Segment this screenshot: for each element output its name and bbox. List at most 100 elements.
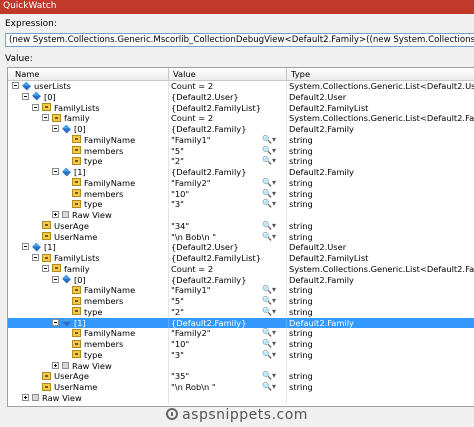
collapse-icon[interactable] <box>22 92 29 100</box>
column-divider <box>286 188 287 200</box>
grid-row[interactable]: family Count = 2 System.Collections.Generi… <box>8 263 474 275</box>
text-visualizer-icon[interactable]: 🔍▾ <box>262 232 276 243</box>
row-type: Default2.Family <box>289 167 354 177</box>
text-visualizer-icon[interactable]: 🔍▾ <box>262 221 276 232</box>
grid-row[interactable]: type "2" 🔍▾ string <box>8 306 474 318</box>
grid-row[interactable]: type "3" 🔍▾ string <box>8 199 474 210</box>
grid-row[interactable]: Raw View <box>8 392 474 404</box>
grid-row[interactable]: members "5" 🔍▾ string <box>8 296 474 307</box>
grid-row[interactable]: [0] {Default2.User} Default2.User <box>8 91 474 103</box>
grid-row[interactable]: members "10" 🔍▾ string <box>8 339 474 350</box>
row-name-cell: Raw View <box>22 393 82 404</box>
column-header-value[interactable]: Value <box>173 69 196 79</box>
column-header-type[interactable]: Type <box>291 69 310 79</box>
grid-row[interactable]: UserAge "35" 🔍▾ string <box>8 371 474 382</box>
text-visualizer-icon[interactable]: 🔍▾ <box>262 307 276 318</box>
grid-row[interactable]: [1] {Default2.User} Default2.User <box>8 242 474 253</box>
grid-row[interactable]: FamilyName "Family1" 🔍▾ string <box>8 285 474 296</box>
grid-row[interactable]: [0] {Default2.Family} Default2.Family <box>8 274 474 286</box>
grid-header: Name Value Type <box>8 68 474 81</box>
column-header-name[interactable]: Name <box>15 69 39 79</box>
grid-row[interactable]: members "10" 🔍▾ string <box>8 188 474 200</box>
text-visualizer-icon[interactable]: 🔍▾ <box>262 156 276 167</box>
row-name: type <box>84 306 103 317</box>
row-name: family <box>64 113 90 124</box>
collapse-icon[interactable] <box>32 103 39 111</box>
grid-row[interactable]: Raw View <box>8 210 474 221</box>
row-value[interactable]: {Default2.Family} <box>171 167 284 178</box>
grid-row[interactable]: UserAge "34" 🔍▾ string <box>8 220 474 232</box>
text-visualizer-icon[interactable]: 🔍▾ <box>262 382 276 393</box>
grid-row[interactable]: UserName "\n Rob\n " 🔍▾ string <box>8 382 474 393</box>
row-name: UserAge <box>54 220 89 231</box>
expand-icon[interactable] <box>52 361 59 369</box>
grid-row[interactable]: FamilyName "Family2" 🔍▾ string <box>8 177 474 189</box>
grid-row[interactable]: FamilyLists {Default2.FamilyList} Default2… <box>8 102 474 114</box>
grid-row[interactable]: FamilyName "Family1" 🔍▾ string <box>8 134 474 146</box>
grid-row[interactable]: family Count = 2 System.Collections.Generi… <box>8 113 474 124</box>
grid-row[interactable]: [0] {Default2.Family} Default2.Family <box>8 123 474 135</box>
text-visualizer-icon[interactable]: 🔍▾ <box>262 371 276 382</box>
grid-row[interactable]: type "2" 🔍▾ string <box>8 156 474 167</box>
text-visualizer-icon[interactable]: 🔍▾ <box>262 146 276 157</box>
grid-row[interactable]: Raw View <box>8 360 474 372</box>
text-visualizer-icon[interactable]: 🔍▾ <box>262 178 276 189</box>
column-divider[interactable] <box>286 68 287 80</box>
row-value[interactable]: {Default2.Family} <box>171 124 284 135</box>
row-name-cell: UserName <box>32 232 97 243</box>
text-visualizer-icon[interactable]: 🔍▾ <box>262 285 276 296</box>
text-visualizer-icon[interactable]: 🔍▾ <box>262 296 276 307</box>
row-value[interactable]: {Default2.FamilyList} <box>171 253 284 264</box>
toggle-spacer <box>62 200 69 207</box>
text-visualizer-icon[interactable]: 🔍▾ <box>262 350 276 361</box>
collapse-icon[interactable] <box>42 114 49 122</box>
grid-row[interactable]: members "5" 🔍▾ string <box>8 145 474 157</box>
column-divider <box>286 317 287 329</box>
row-name: members <box>84 296 124 306</box>
text-visualizer-icon[interactable]: 🔍▾ <box>262 199 276 210</box>
row-value[interactable]: {Default2.User} <box>171 92 284 103</box>
row-value[interactable]: Count = 2 <box>171 81 284 92</box>
collapse-icon[interactable] <box>52 125 59 132</box>
grid-row[interactable]: [1] {Default2.Family} Default2.Family <box>8 317 474 329</box>
collapse-icon[interactable] <box>42 264 49 272</box>
collapse-icon[interactable] <box>52 318 59 326</box>
column-divider <box>168 145 169 157</box>
watch-grid[interactable]: Name Value Type userLists Count = 2 System… <box>7 67 474 407</box>
column-divider <box>286 285 287 296</box>
collapse-icon[interactable] <box>52 168 59 175</box>
row-value[interactable]: Count = 2 <box>171 264 284 275</box>
row-name-cell: members <box>62 189 123 200</box>
row-value[interactable]: {Default2.FamilyList} <box>171 103 284 114</box>
collapse-icon[interactable] <box>22 243 29 251</box>
grid-row[interactable]: [1] {Default2.Family} Default2.Family <box>8 166 474 178</box>
grid-row[interactable]: type "3" 🔍▾ string <box>8 349 474 361</box>
property-icon <box>42 371 51 380</box>
text-visualizer-icon[interactable]: 🔍▾ <box>262 328 276 339</box>
column-divider <box>286 296 287 307</box>
collapse-icon[interactable] <box>12 82 19 89</box>
text-visualizer-icon[interactable]: 🔍▾ <box>262 189 276 200</box>
row-name-cell: FamilyName <box>62 328 135 339</box>
grid-row[interactable]: FamilyName "Family2" 🔍▾ string <box>8 328 474 339</box>
column-divider[interactable] <box>168 68 169 80</box>
property-icon <box>72 178 81 187</box>
row-value[interactable]: {Default2.User} <box>171 242 284 253</box>
text-visualizer-icon[interactable]: 🔍▾ <box>262 135 276 146</box>
expand-icon[interactable] <box>22 393 29 401</box>
row-value[interactable]: {Default2.Family} <box>171 275 284 286</box>
row-value[interactable]: Count = 2 <box>171 113 284 124</box>
row-value[interactable]: {Default2.Family} <box>171 318 284 329</box>
grid-row[interactable]: FamilyLists {Default2.FamilyList} Default2… <box>8 253 474 264</box>
expression-input[interactable]: (new System.Collections.Generic.Mscorlib… <box>5 33 474 47</box>
expand-icon[interactable] <box>52 211 59 218</box>
collapse-icon[interactable] <box>32 254 39 261</box>
grid-row[interactable]: UserName "\n Bob\n " 🔍▾ string <box>8 231 474 243</box>
raw-view-icon <box>62 361 69 369</box>
grid-row[interactable]: userLists Count = 2 System.Collections.Gen… <box>8 80 474 92</box>
row-type: string <box>289 231 313 242</box>
column-divider <box>168 177 169 189</box>
column-divider <box>286 177 287 189</box>
text-visualizer-icon[interactable]: 🔍▾ <box>262 339 276 350</box>
collapse-icon[interactable] <box>52 275 59 283</box>
